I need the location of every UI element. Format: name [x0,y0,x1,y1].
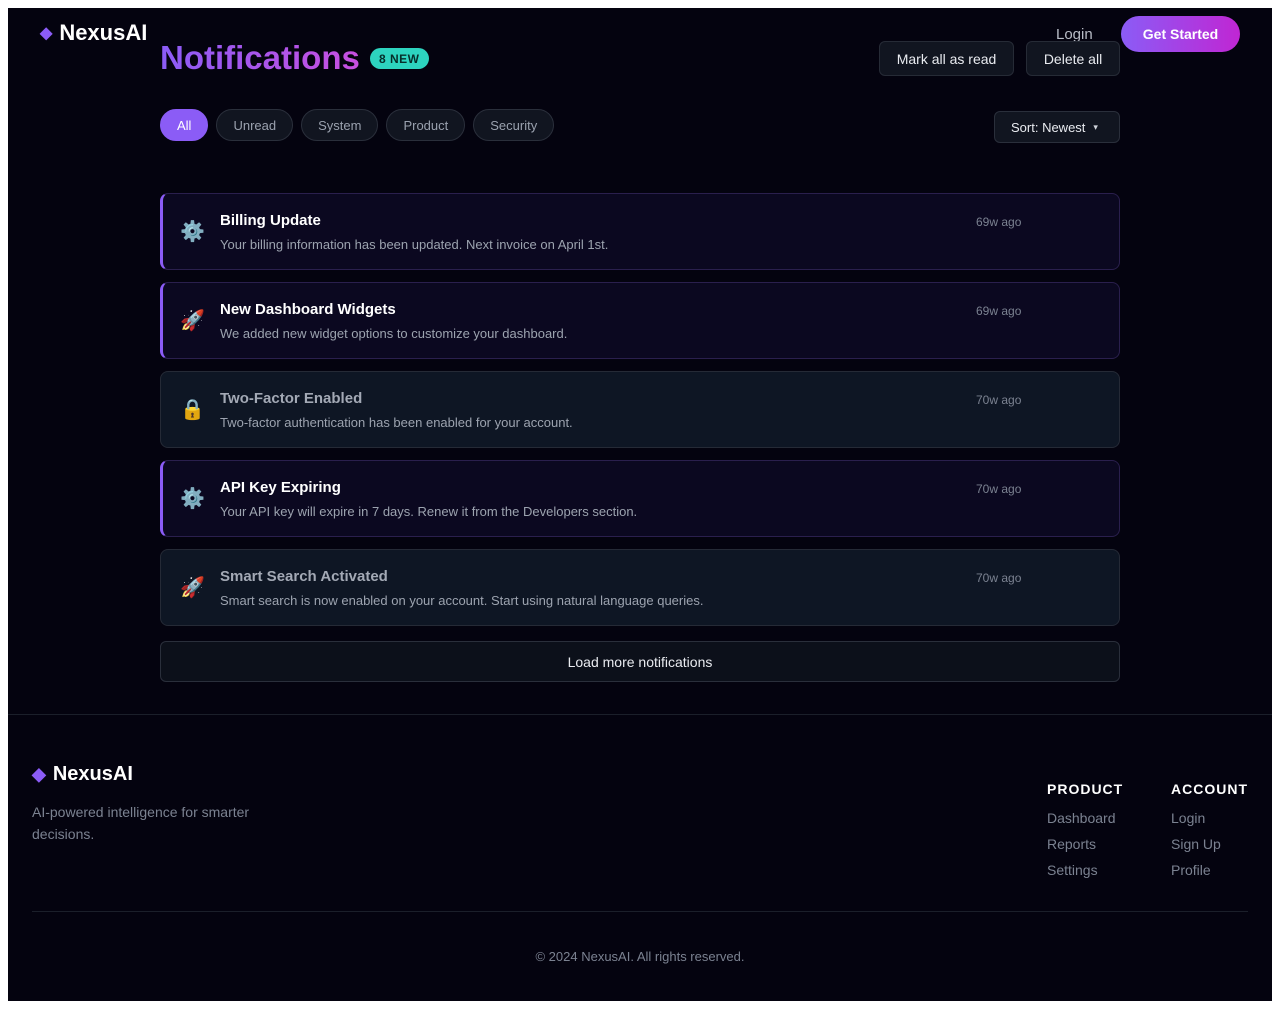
footer-link-dashboard[interactable]: Dashboard [1047,810,1123,827]
mark-all-read-button[interactable]: Mark all as read [879,41,1014,76]
footer-column-heading: PRODUCT [1047,781,1124,797]
notification-time: 70w ago [976,393,1022,407]
footer-column-heading: ACCOUNT [1171,781,1248,797]
new-count-badge: 8 NEW [370,48,429,69]
sort-dropdown[interactable]: Sort: Newest ▾ [994,111,1120,143]
page: ◆ NexusAI Login Get Started Notification… [8,8,1272,1001]
notification-message: Your API key will expire in 7 days. Rene… [220,504,638,519]
notification-item[interactable]: 🔒 Two-Factor Enabled Two-factor authenti… [160,371,1120,448]
footer-column-account: ACCOUNT Login Sign Up Profile [1171,781,1248,888]
notification-item[interactable]: 🚀 Smart Search Activated Smart search is… [160,549,1120,626]
rocket-icon: 🚀 [180,310,205,332]
notification-item[interactable]: ⚙️ API Key Expiring Your API key will ex… [160,460,1120,537]
filter-product[interactable]: Product [386,109,466,141]
filter-system[interactable]: System [301,109,379,141]
brand-logo[interactable]: ◆ NexusAI [40,20,147,46]
footer-brand-logo[interactable]: ◆ NexusAI [32,763,133,786]
lock-icon: 🔒 [180,399,205,421]
footer-link-profile[interactable]: Profile [1171,862,1248,879]
footer-link-reports[interactable]: Reports [1047,836,1123,853]
brand-name: NexusAI [59,20,148,45]
notification-title: Two-Factor Enabled [220,390,363,407]
gear-icon: ⚙️ [180,221,205,243]
gear-icon: ⚙️ [180,488,205,510]
delete-all-button[interactable]: Delete all [1026,41,1120,76]
diamond-icon: ◆ [32,764,46,784]
filter-chips: All Unread System Product Security [160,109,562,141]
notification-title: New Dashboard Widgets [220,301,396,318]
filter-security[interactable]: Security [473,109,555,141]
footer-divider [8,714,1272,715]
notification-list: ⚙️ Billing Update Your billing informati… [160,193,1120,638]
notification-title: API Key Expiring [220,479,341,496]
notification-message: We added new widget options to customize… [220,326,568,341]
caret-down-icon: ▾ [1093,121,1098,132]
notification-item[interactable]: 🚀 New Dashboard Widgets We added new wid… [160,282,1120,359]
load-more-button[interactable]: Load more notifications [160,641,1120,682]
footer-tagline: AI-powered intelligence for smarter deci… [32,804,250,842]
notification-time: 70w ago [976,571,1022,585]
page-title: Notifications [160,39,360,76]
notification-title: Billing Update [220,212,321,229]
footer-link-login[interactable]: Login [1171,810,1248,827]
notification-message: Smart search is now enabled on your acco… [220,593,704,608]
get-started-button[interactable]: Get Started [1121,16,1240,52]
filter-all[interactable]: All [160,109,209,141]
footer-brand-name: NexusAI [52,763,133,785]
copyright-text: © 2024 NexusAI. All rights reserved. [535,949,745,964]
footer-column-product: PRODUCT Dashboard Reports Settings [1047,781,1123,888]
notification-item[interactable]: ⚙️ Billing Update Your billing informati… [160,193,1120,270]
notification-time: 69w ago [976,215,1022,229]
diamond-icon: ◆ [40,25,53,42]
footer-divider [32,911,1248,912]
rocket-icon: 🚀 [180,577,205,599]
footer-link-settings[interactable]: Settings [1047,862,1123,879]
notification-title: Smart Search Activated [220,568,388,585]
filter-unread[interactable]: Unread [216,109,294,141]
sort-label: Sort: Newest [1011,119,1086,135]
notification-message: Your billing information has been update… [220,237,609,252]
notification-time: 70w ago [976,482,1022,496]
footer-link-signup[interactable]: Sign Up [1171,836,1248,853]
notification-message: Two-factor authentication has been enabl… [220,415,573,430]
notification-time: 69w ago [976,304,1022,318]
